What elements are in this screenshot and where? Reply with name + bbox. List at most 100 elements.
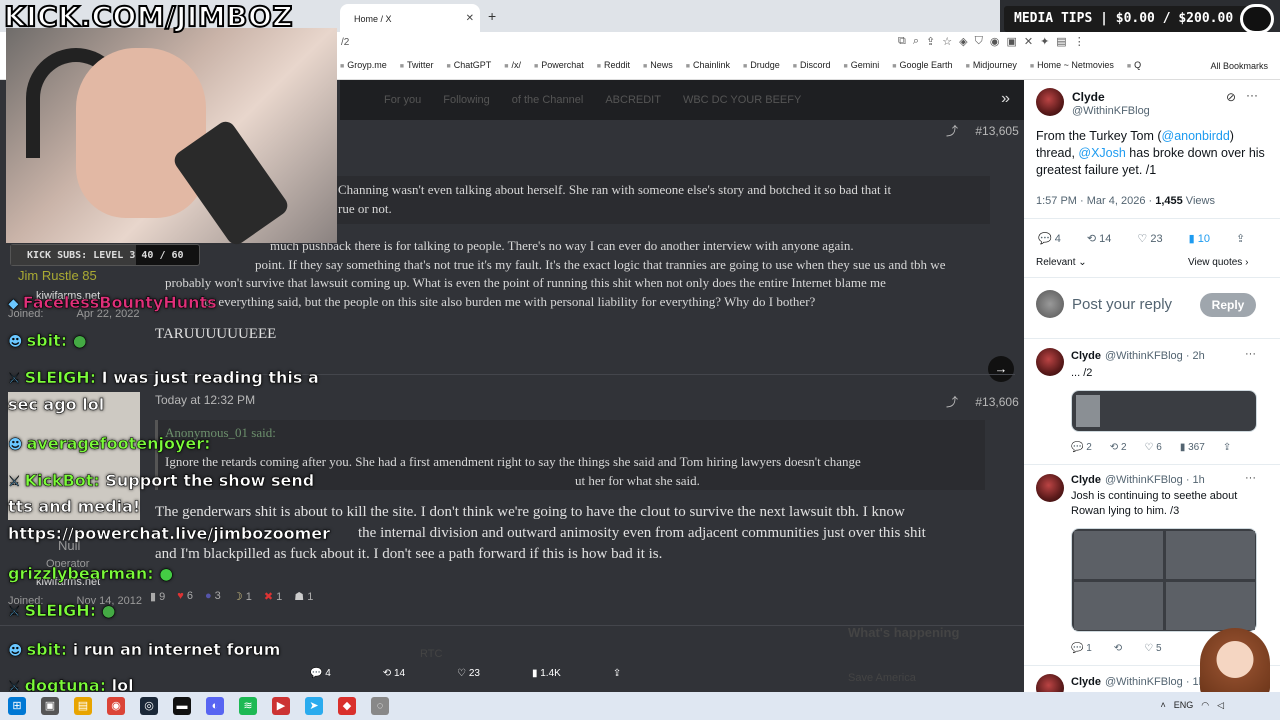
share-icon[interactable]: ⇪ <box>1236 232 1245 245</box>
bookmark-item[interactable]: Reddit <box>597 60 630 70</box>
bookmark-item[interactable]: Midjourney <box>966 60 1017 70</box>
star-icon[interactable]: ☆ <box>942 35 952 48</box>
zoom-icon[interactable]: ⌕ <box>913 35 919 48</box>
image-cell[interactable] <box>1074 531 1163 579</box>
more-icon[interactable]: ··· <box>1245 348 1256 360</box>
tweet-image[interactable] <box>1071 390 1257 432</box>
extension-icon[interactable]: ◈ <box>959 35 967 48</box>
terminal-icon[interactable]: ▬ <box>173 697 191 715</box>
file-explorer-icon[interactable]: ▤ <box>74 697 92 715</box>
reply-action[interactable]: 💬 4 <box>1038 232 1061 245</box>
mention-link[interactable]: @anonbirdd <box>1162 129 1230 143</box>
nav-item[interactable]: WBC DC YOUR BEEFY <box>683 94 801 106</box>
avatar[interactable] <box>1036 348 1064 376</box>
menu-icon[interactable]: ⋮ <box>1074 35 1085 48</box>
avatar[interactable] <box>1036 674 1064 692</box>
bookmark-item[interactable]: ChatGPT <box>447 60 492 70</box>
reaction-ghost[interactable]: ☗ 1 <box>294 590 313 603</box>
wifi-icon[interactable]: ◠ <box>1201 700 1209 711</box>
tweet-author-handle[interactable]: @WithinKFBlog <box>1072 105 1150 117</box>
nav-item[interactable]: For you <box>384 94 421 106</box>
next-arrow-icon[interactable]: → <box>988 356 1014 382</box>
windows-start-icon[interactable]: ⊞ <box>8 697 26 715</box>
like-action[interactable]: ♡ 6 <box>1145 442 1162 453</box>
like-action[interactable]: ♡ 5 <box>1144 643 1161 654</box>
repost-action[interactable]: ⟲ 14 <box>1087 232 1112 245</box>
steam-icon[interactable]: ◎ <box>140 697 158 715</box>
bookmark-item[interactable]: Home ~ Netmovies <box>1030 60 1114 70</box>
tab-home-x[interactable]: Home / X ✕ <box>340 4 480 32</box>
more-icon[interactable]: ··· <box>1245 472 1256 484</box>
app-icon[interactable]: ▶ <box>272 697 290 715</box>
tweet-author-handle[interactable]: @WithinKFBlog · 1h <box>1105 676 1205 688</box>
share-icon[interactable]: ⤴ <box>946 395 958 409</box>
bookmark-item[interactable]: Chainlink <box>686 60 730 70</box>
more-icon[interactable]: ··· <box>1246 88 1258 102</box>
like-action[interactable]: ♡ 23 <box>457 668 480 679</box>
reaction-heart[interactable]: ♥ 6 <box>177 590 193 603</box>
volume-icon[interactable]: ◁ <box>1217 700 1224 711</box>
app-icon[interactable]: ◌ <box>371 697 389 715</box>
extension-icon[interactable]: ◉ <box>990 35 1000 48</box>
bookmark-item[interactable]: Discord <box>793 60 831 70</box>
image-cell[interactable] <box>1074 582 1163 630</box>
bookmark-item[interactable]: Powerchat <box>534 60 584 70</box>
app-icon[interactable]: ◆ <box>338 697 356 715</box>
share-icon[interactable]: ⇪ <box>613 668 621 679</box>
reaction-x[interactable]: ✖ 1 <box>264 590 282 603</box>
image-cell[interactable] <box>1166 582 1255 630</box>
chrome-icon[interactable]: ◉ <box>107 697 125 715</box>
repost-action[interactable]: ⟲ 14 <box>383 668 405 679</box>
bookmark-item[interactable]: Gemini <box>844 60 880 70</box>
spotify-icon[interactable]: ≋ <box>239 697 257 715</box>
reaction-blob[interactable]: ● 3 <box>205 590 221 603</box>
new-tab-icon[interactable]: + <box>488 8 496 24</box>
bookmark-item[interactable]: Drudge <box>743 60 780 70</box>
shield-icon[interactable]: ⛉ <box>975 35 983 48</box>
nav-item[interactable]: ABCREDIT <box>605 94 661 106</box>
image-cell[interactable] <box>1166 531 1255 579</box>
sidebar-icon[interactable]: ▤ <box>1056 35 1066 48</box>
bookmark-item[interactable]: News <box>643 60 673 70</box>
task-view-icon[interactable]: ▣ <box>41 697 59 715</box>
view-quotes-link[interactable]: View quotes › <box>1188 257 1248 268</box>
tweet-author-handle[interactable]: @WithinKFBlog · 2h <box>1105 350 1205 362</box>
tweet-author-name[interactable]: Clyde <box>1071 350 1101 362</box>
grok-icon[interactable]: ⊘ <box>1226 90 1236 104</box>
reply-button[interactable]: Reply <box>1200 293 1256 317</box>
post-timestamp[interactable]: Today at 12:32 PM <box>155 393 255 407</box>
translate-icon[interactable]: ⧉ <box>898 35 906 48</box>
nav-item[interactable]: Following <box>443 94 489 106</box>
bookmark-item[interactable]: /x/ <box>504 60 521 70</box>
extension-icon[interactable]: ▣ <box>1006 35 1016 48</box>
views-action[interactable]: ▮ 367 <box>1180 442 1205 453</box>
repost-action[interactable]: ⟲ 2 <box>1110 442 1127 453</box>
reply-action[interactable]: 💬 4 <box>310 668 331 679</box>
reply-action[interactable]: 💬 1 <box>1071 643 1092 654</box>
share-icon[interactable]: ⤴ <box>946 124 958 138</box>
tray-chevron-icon[interactable]: ˄ <box>1160 700 1165 711</box>
bookmark-item[interactable]: Q <box>1127 60 1141 70</box>
share-icon[interactable]: ⇪ <box>1223 442 1231 453</box>
tweet-author-name[interactable]: Clyde <box>1071 474 1101 486</box>
avatar[interactable] <box>1036 474 1064 502</box>
reply-input[interactable]: Post your reply <box>1072 296 1172 313</box>
tweet-author-name[interactable]: Clyde <box>1071 676 1101 688</box>
discord-icon[interactable]: ◐ <box>206 697 224 715</box>
tweet-author-name[interactable]: Clyde <box>1072 90 1105 104</box>
puzzle-icon[interactable]: ✦ <box>1040 35 1049 48</box>
avatar[interactable] <box>1036 88 1064 116</box>
tweet-time[interactable]: 1:57 PM · Mar 4, 2026 · <box>1036 195 1155 207</box>
tweet-author-handle[interactable]: @WithinKFBlog · 1h <box>1105 474 1205 486</box>
bookmark-item[interactable]: Groyp.me <box>340 60 387 70</box>
relevant-sort[interactable]: Relevant ⌄ <box>1036 257 1087 268</box>
repost-action[interactable]: ⟲ <box>1114 643 1122 654</box>
reaction-like[interactable]: ▮ 9 <box>150 590 165 603</box>
share-icon[interactable]: ⇪ <box>926 35 935 48</box>
mention-link[interactable]: @XJosh <box>1078 146 1125 160</box>
reaction-moon[interactable]: ☽ 1 <box>233 590 252 603</box>
tweet-image-grid[interactable] <box>1071 528 1257 632</box>
telegram-icon[interactable]: ➤ <box>305 697 323 715</box>
post-number[interactable]: #13,606 <box>975 395 1018 409</box>
nav-next-icon[interactable]: » <box>1001 90 1010 108</box>
